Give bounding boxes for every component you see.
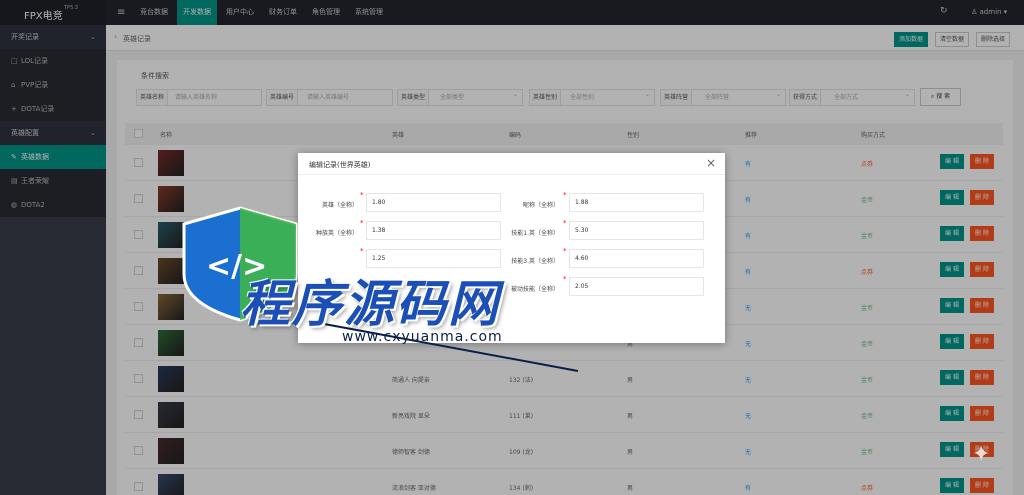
close-icon[interactable]: × (706, 156, 716, 170)
dialog-header: 编辑记录(世界英雄) × (298, 153, 725, 175)
dialog-title: 编辑记录(世界英雄) (309, 161, 371, 169)
watermark-url: www.cxyuanma.com (342, 329, 503, 345)
sparkle-icon: ✦ (972, 442, 991, 467)
